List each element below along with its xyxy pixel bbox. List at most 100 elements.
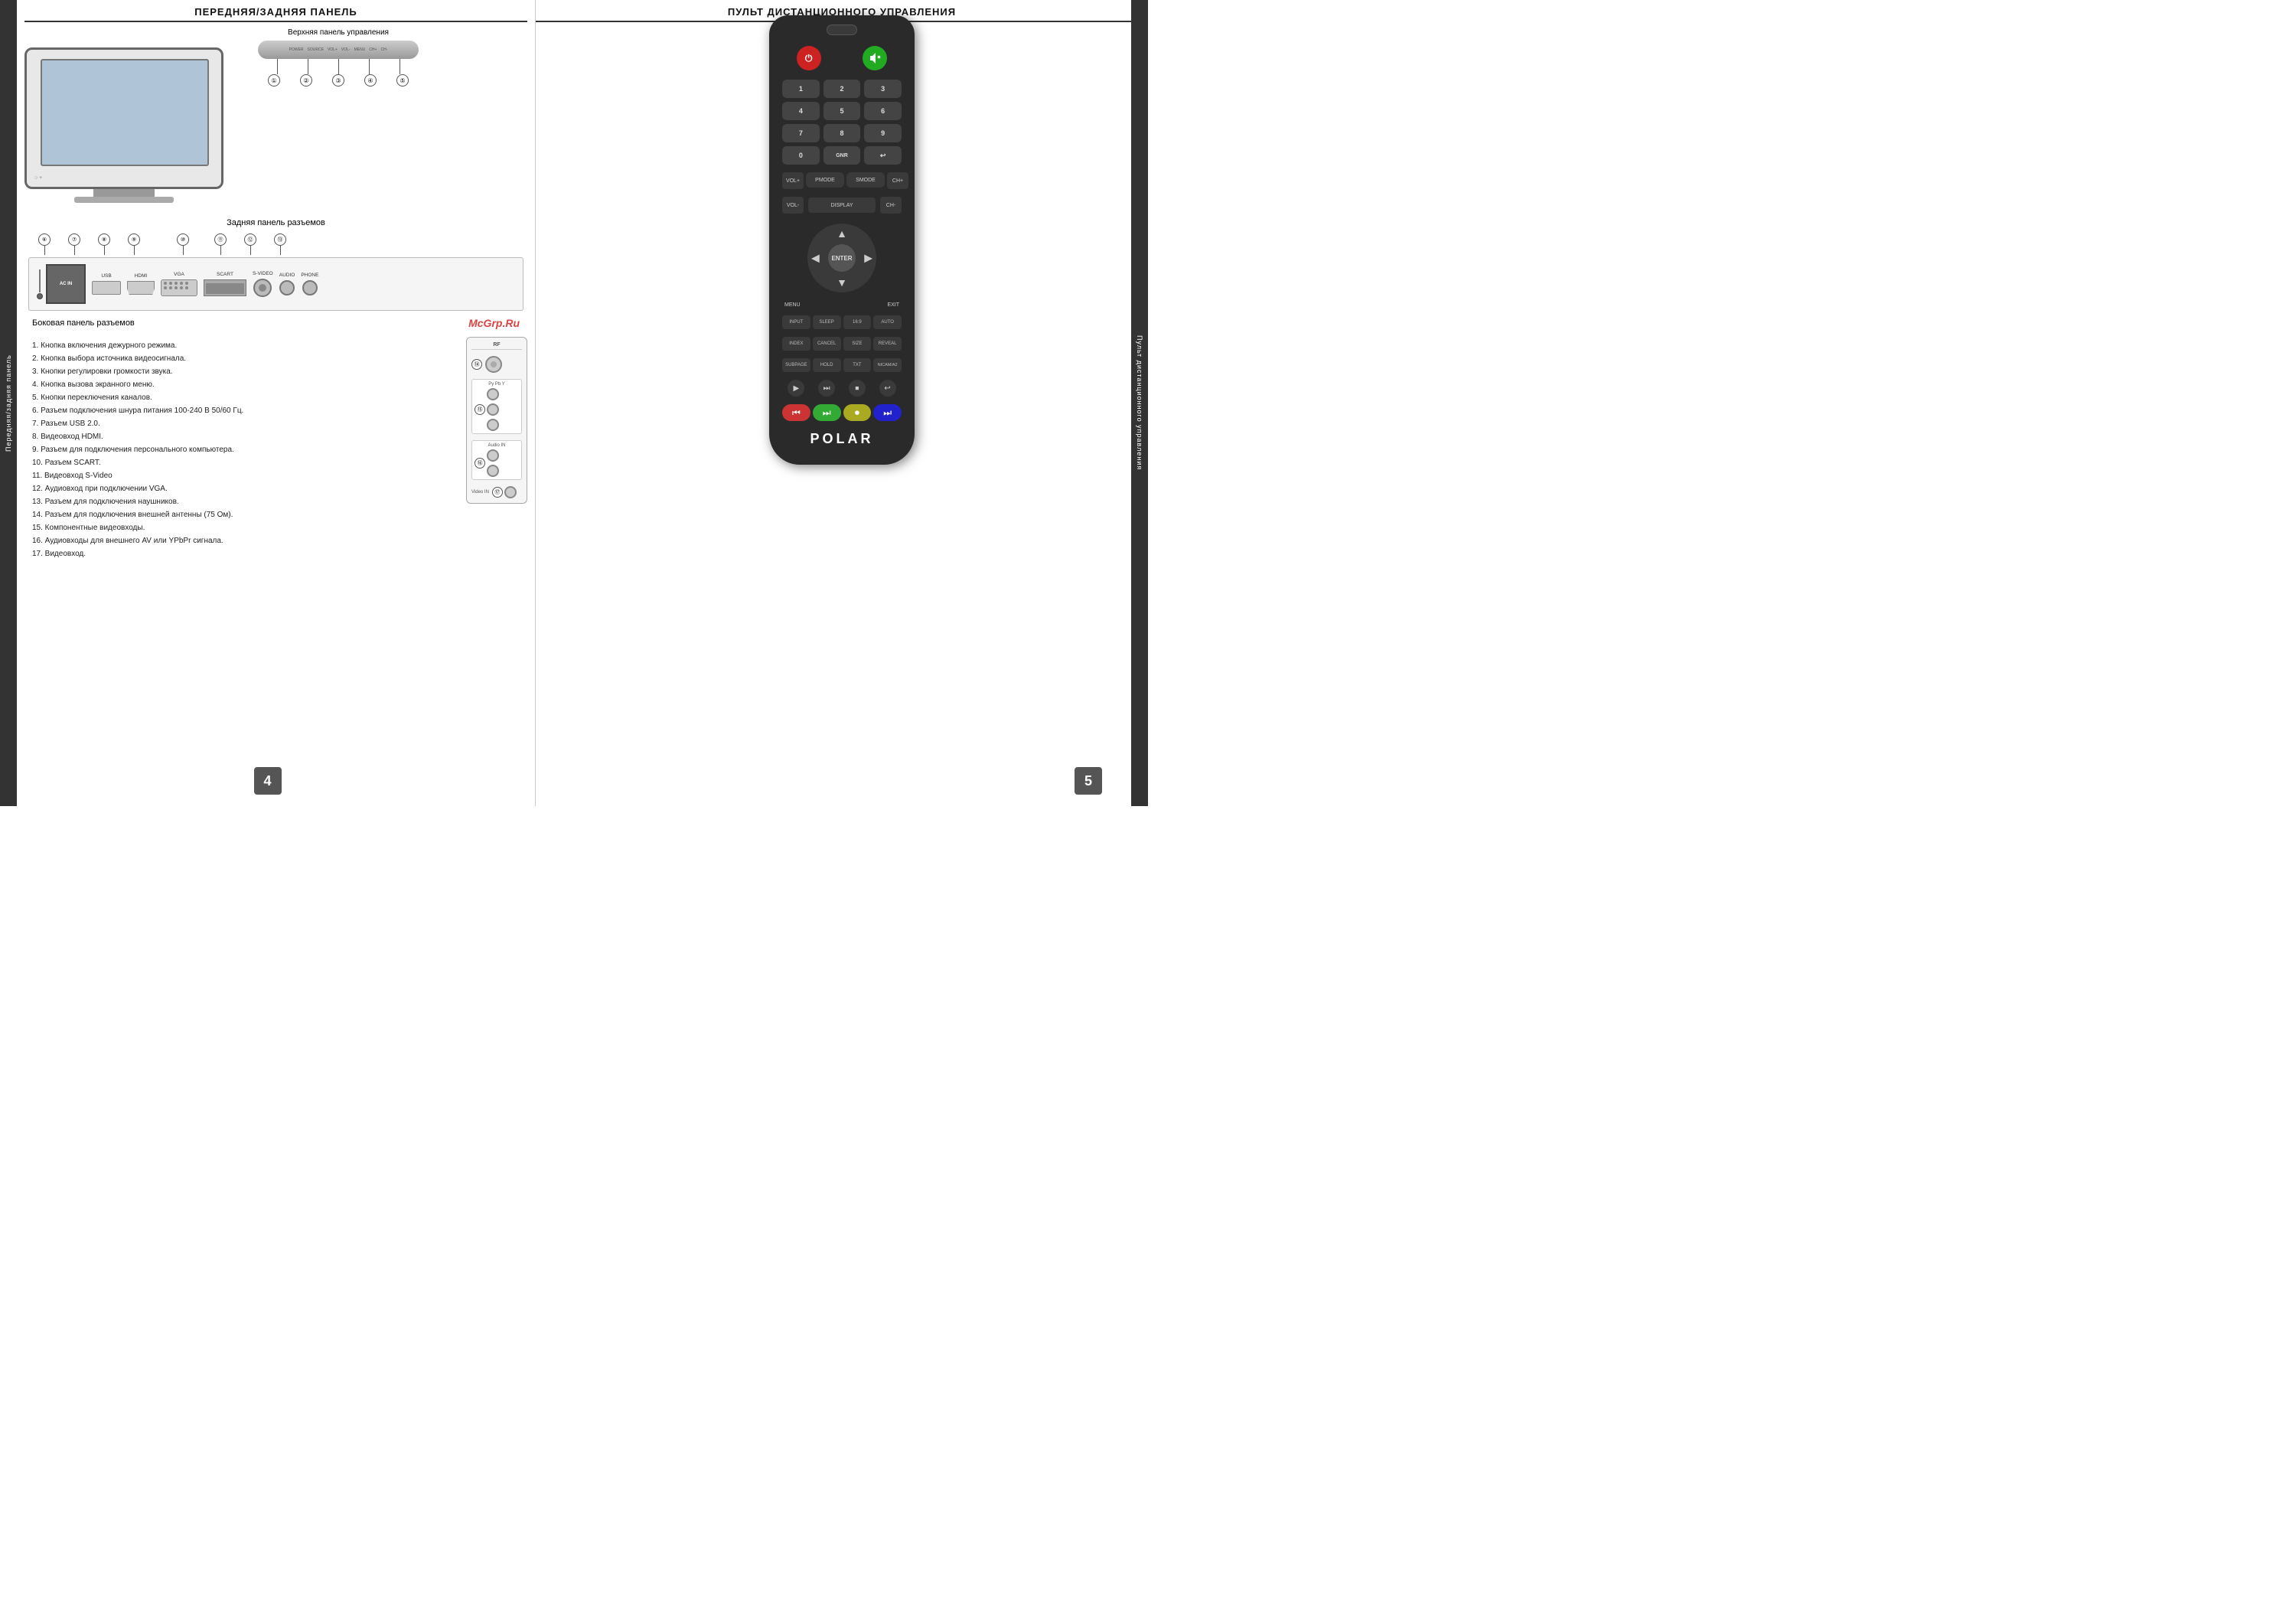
btn-2[interactable]: 2	[823, 80, 861, 98]
desc-item-1: 1. Кнопка включения дежурного режима.	[32, 339, 451, 352]
hdmi-connector: HDMI	[127, 273, 155, 295]
page-num-left: 4	[254, 767, 282, 795]
left-content: ПЕРЕДНЯЯ/ЗАДНЯЯ ПАНЕЛЬ ○ + Верхняя панел	[17, 0, 535, 567]
btn-gnr[interactable]: GNR	[823, 146, 861, 165]
menu-btn[interactable]: MENU	[784, 302, 801, 308]
num-5: ⑤	[396, 74, 409, 87]
display-btn[interactable]: DISPLAY	[808, 198, 876, 213]
index-btn[interactable]: INDEX	[782, 337, 810, 351]
page-num-right: 5	[1075, 767, 1102, 795]
subpage-btn[interactable]: SUBPAGE	[782, 358, 810, 372]
return-btn[interactable]: ↩	[879, 380, 896, 397]
number-grid: 1 2 3 4 5 6 7 8 9 0 GNR ↩	[778, 78, 905, 166]
left-section: Передняя/задняя панель ПЕРЕДНЯЯ/ЗАДНЯЯ П…	[0, 0, 536, 806]
btn-5[interactable]: 5	[823, 102, 861, 120]
phone-connector: PHONE	[301, 273, 318, 295]
blue-btn[interactable]: ⏭	[873, 404, 902, 421]
remote-notch	[827, 24, 857, 35]
stop-btn[interactable]: ⏹	[849, 380, 866, 397]
enter-btn[interactable]: ENTER	[828, 244, 856, 272]
num-1: ①	[268, 74, 280, 87]
sleep-btn[interactable]: SLEEP	[813, 315, 841, 329]
rf-connector: ⑭	[471, 356, 522, 373]
media-row: ▶ ⏭ ⏹ ↩	[778, 378, 905, 398]
desc-item-14: 14. Разъем для подключения внешней антен…	[32, 508, 451, 521]
nav-up[interactable]: ▲	[837, 227, 847, 240]
svideo-connector: S-VIDEO	[253, 271, 273, 297]
desc-item-10: 10. Разъем SCART.	[32, 456, 451, 469]
btn-6[interactable]: 6	[864, 102, 902, 120]
vol-plus-btn[interactable]: VOL+	[782, 172, 804, 189]
input-btn[interactable]: INPUT	[782, 315, 810, 329]
menu-exit-row: MENU EXIT	[778, 301, 905, 309]
btn-4[interactable]: 4	[782, 102, 820, 120]
description-list: 1. Кнопка включения дежурного режима. 2.…	[24, 333, 458, 567]
rewind-btn[interactable]: ⏮	[782, 404, 810, 421]
cancel-btn[interactable]: CANCEL	[813, 337, 841, 351]
top-panel-label: Верхняя панель управления	[235, 28, 442, 37]
desc-item-8: 8. Видеовход HDMI.	[32, 430, 451, 443]
desc-item-13: 13. Разъем для подключения наушников.	[32, 495, 451, 508]
mute-button[interactable]	[863, 46, 887, 70]
desc-item-17: 17. Видеовход.	[32, 547, 451, 560]
reveal-btn[interactable]: REVEAL	[873, 337, 902, 351]
rear-panel-section: Задняя панель разъемов ⑥ ⑦	[24, 218, 527, 311]
btn-8[interactable]: 8	[823, 124, 861, 142]
desc-item-4: 4. Кнопка вызова экранного меню.	[32, 378, 451, 391]
function-grid-3: SUBPAGE HOLD TXT NICAM/A2	[778, 357, 905, 374]
btn-3[interactable]: 3	[864, 80, 902, 98]
yellow-btn[interactable]: ⏺	[843, 404, 872, 421]
side-panel-illustration: RF ⑭ Py Pb Y	[466, 337, 527, 567]
desc-item-3: 3. Кнопки регулировки громкости звука.	[32, 365, 451, 378]
vol-minus-btn[interactable]: VOL-	[782, 197, 804, 214]
left-header: ПЕРЕДНЯЯ/ЗАДНЯЯ ПАНЕЛЬ	[24, 0, 527, 22]
color-row: ⏮ ⏭ ⏺ ⏭	[778, 403, 905, 423]
desc-item-12: 12. Аудиовход при подключении VGA.	[32, 482, 451, 495]
desc-item-15: 15. Компонентные видеовходы.	[32, 521, 451, 534]
size-btn[interactable]: SIZE	[843, 337, 872, 351]
remote-body: ⏻ 1 2 3 4 5	[769, 15, 915, 465]
hold-btn[interactable]: HOLD	[813, 358, 841, 372]
top-control-panel: Верхняя панель управления POWER SOURCE V…	[235, 28, 442, 87]
nav-down[interactable]: ▼	[837, 276, 847, 289]
desc-item-2: 2. Кнопка выбора источника видеосигнала.	[32, 352, 451, 365]
pmode-btn[interactable]: PMODE	[806, 172, 844, 188]
scart-connector: SCART	[204, 272, 246, 296]
num-4: ④	[364, 74, 377, 87]
desc-item-5: 5. Кнопки переключения каналов.	[32, 391, 451, 404]
usb-connector: USB	[92, 273, 121, 295]
rear-panel-label: Задняя панель разъемов	[24, 218, 527, 227]
power-button[interactable]: ⏻	[797, 46, 821, 70]
nav-section: ▲ ▼ ◀ ▶ ENTER	[778, 220, 905, 296]
function-grid-1: INPUT SLEEP 16:9 AUTO	[778, 314, 905, 331]
btn-7[interactable]: 7	[782, 124, 820, 142]
ch-plus-btn[interactable]: CH+	[887, 172, 908, 189]
exit-btn[interactable]: EXIT	[887, 302, 899, 308]
btn-0[interactable]: 0	[782, 146, 820, 165]
function-grid-2: INDEX CANCEL SIZE REVEAL	[778, 335, 905, 352]
desc-item-11: 11. Видеовход S-Video	[32, 469, 451, 482]
ff-btn[interactable]: ⏭	[813, 404, 841, 421]
desc-item-7: 7. Разъем USB 2.0.	[32, 417, 451, 430]
brand-label: POLAR	[778, 427, 905, 449]
nicam-btn[interactable]: NICAM/A2	[873, 358, 902, 372]
txt-btn[interactable]: TXT	[843, 358, 872, 372]
auto-btn[interactable]: AUTO	[873, 315, 902, 329]
desc-item-6: 6. Разъем подключения шнура питания 100-…	[32, 404, 451, 417]
btn-1[interactable]: 1	[782, 80, 820, 98]
btn-9[interactable]: 9	[864, 124, 902, 142]
nav-right[interactable]: ▶	[864, 252, 872, 265]
right-section: ПУЛЬТ ДИСТАНЦИОННОГО УПРАВЛЕНИЯ ⏻	[536, 0, 1148, 806]
desc-items: 1. Кнопка включения дежурного режима. 2.…	[24, 333, 458, 567]
play-btn[interactable]: ▶	[788, 380, 804, 397]
btn-back[interactable]: ↩	[864, 146, 902, 165]
skip-btn[interactable]: ⏭	[818, 380, 835, 397]
ratio-btn[interactable]: 16:9	[843, 315, 872, 329]
ac-in-connector: AC IN	[37, 264, 86, 304]
ch-minus-btn[interactable]: CH-	[880, 197, 902, 214]
nav-left[interactable]: ◀	[811, 252, 820, 265]
ypbpr-connector: Py Pb Y ⑮	[471, 379, 522, 434]
num-2: ②	[300, 74, 312, 87]
smode-btn[interactable]: SMODE	[846, 172, 885, 188]
page-container: Передняя/задняя панель ПЕРЕДНЯЯ/ЗАДНЯЯ П…	[0, 0, 1148, 806]
